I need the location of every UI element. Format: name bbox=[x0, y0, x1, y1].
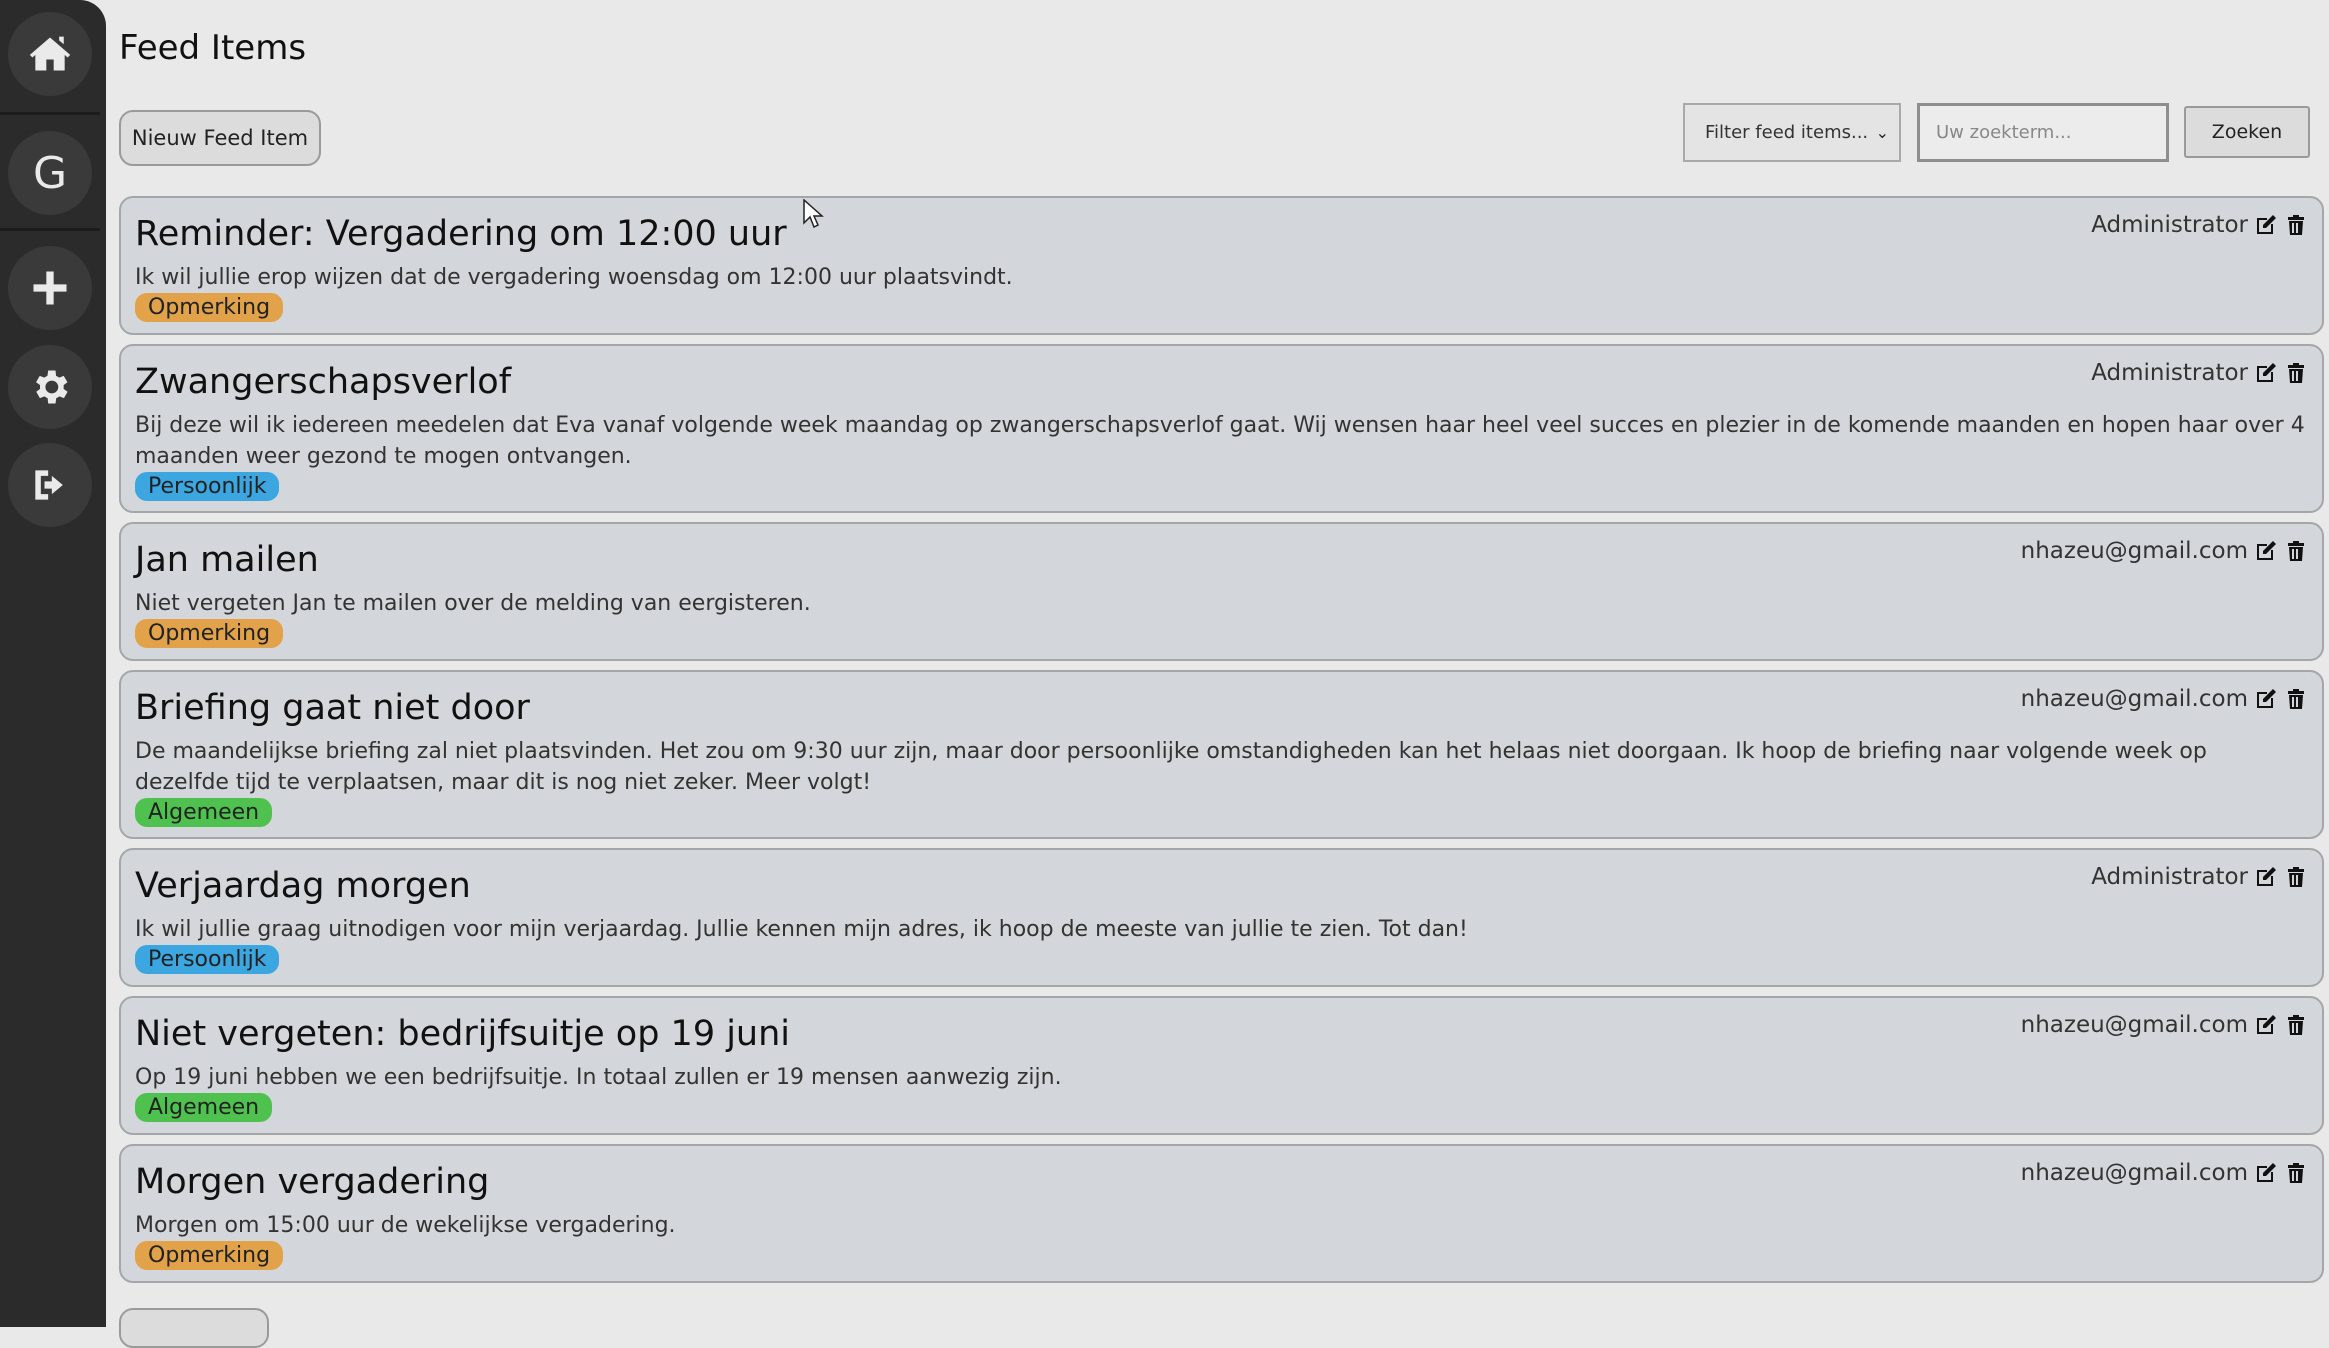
feed-item: Jan mailen Niet vergeten Jan te mailen o… bbox=[119, 522, 2324, 661]
feed-item-author: Administrator bbox=[2091, 212, 2248, 238]
edit-icon[interactable] bbox=[2254, 361, 2278, 385]
trash-icon[interactable] bbox=[2284, 865, 2308, 889]
trash-icon[interactable] bbox=[2284, 539, 2308, 563]
search-placeholder: Uw zoekterm... bbox=[1936, 122, 2072, 143]
feed-item-author: nhazeu@gmail.com bbox=[2020, 538, 2248, 564]
gear-icon bbox=[36, 370, 68, 404]
feed-item-author-row: nhazeu@gmail.com bbox=[2021, 1160, 2308, 1186]
mouse-cursor-icon bbox=[803, 199, 824, 229]
feed-item: Niet vergeten: bedrijfsuitje op 19 juni … bbox=[119, 996, 2324, 1135]
feed-item-tag: Opmerking bbox=[135, 619, 284, 648]
feed-item-author-row: nhazeu@gmail.com bbox=[2021, 538, 2308, 564]
edit-icon[interactable] bbox=[2254, 687, 2278, 711]
edit-icon[interactable] bbox=[2254, 1013, 2278, 1037]
feed-item-author-row: Administrator bbox=[2091, 212, 2308, 238]
trash-icon[interactable] bbox=[2284, 361, 2308, 385]
plus-icon bbox=[33, 271, 67, 305]
feed-item-tag: Algemeen bbox=[135, 1093, 273, 1122]
feed-item: Zwangerschapsverlof Bij deze wil ik iede… bbox=[119, 344, 2324, 513]
feed-item-tag: Opmerking bbox=[135, 293, 284, 322]
feed-item-tag: Algemeen bbox=[135, 798, 273, 827]
logout-icon bbox=[35, 470, 63, 500]
feed-item-body: Bij deze wil ik iedereen meedelen dat Ev… bbox=[135, 413, 2305, 469]
feed-item-title: Niet vergeten: bedrijfsuitje op 19 juni bbox=[135, 1014, 791, 1054]
sidebar-divider bbox=[0, 112, 100, 115]
feed-item-title: Briefing gaat niet door bbox=[135, 688, 530, 728]
sidebar: G bbox=[0, 0, 106, 1327]
search-input[interactable]: Uw zoekterm... bbox=[1917, 103, 2169, 162]
trash-icon[interactable] bbox=[2284, 213, 2308, 237]
feed-item-author-row: nhazeu@gmail.com bbox=[2021, 686, 2308, 712]
feed-item-title: Zwangerschapsverlof bbox=[135, 362, 512, 402]
feed-item-body: Ik wil jullie graag uitnodigen voor mijn… bbox=[135, 917, 1468, 942]
edit-icon[interactable] bbox=[2254, 539, 2278, 563]
pagination-button[interactable] bbox=[119, 1308, 269, 1348]
filter-select[interactable]: Filter feed items... ⌄ bbox=[1683, 103, 1901, 162]
trash-icon[interactable] bbox=[2284, 1013, 2308, 1037]
sidebar-item-logout[interactable] bbox=[8, 443, 92, 527]
feed-item-body: Op 19 juni hebben we een bedrijfsuitje. … bbox=[135, 1065, 1062, 1090]
sidebar-item-add[interactable] bbox=[8, 246, 92, 330]
feed-item-title: Jan mailen bbox=[135, 540, 319, 580]
sidebar-g-label: G bbox=[32, 147, 68, 199]
search-button[interactable]: Zoeken bbox=[2184, 106, 2310, 158]
feed-item: Verjaardag morgen Ik wil jullie graag ui… bbox=[119, 848, 2324, 987]
feed-item-author: nhazeu@gmail.com bbox=[2020, 1012, 2248, 1038]
chevron-down-icon: ⌄ bbox=[1875, 123, 1889, 142]
feed-item-author-row: Administrator bbox=[2091, 864, 2308, 890]
feed-item-tag: Persoonlijk bbox=[135, 945, 280, 974]
feed-item-author: nhazeu@gmail.com bbox=[2020, 686, 2248, 712]
filter-select-value: Filter feed items... bbox=[1705, 122, 1869, 143]
new-feed-item-button[interactable]: Nieuw Feed Item bbox=[119, 110, 321, 166]
feed-item: Briefing gaat niet door De maandelijkse … bbox=[119, 670, 2324, 839]
trash-icon[interactable] bbox=[2284, 1161, 2308, 1185]
home-icon bbox=[29, 36, 71, 71]
feed-item-body: Ik wil jullie erop wijzen dat de vergade… bbox=[135, 265, 1013, 290]
feed-item-title: Reminder: Vergadering om 12:00 uur bbox=[135, 214, 787, 254]
feed-item-body: Niet vergeten Jan te mailen over de meld… bbox=[135, 591, 811, 616]
feed-item-title: Morgen vergadering bbox=[135, 1162, 490, 1202]
sidebar-divider bbox=[0, 228, 100, 231]
sidebar-item-g[interactable]: G bbox=[8, 131, 92, 215]
feed-item-author: nhazeu@gmail.com bbox=[2020, 1160, 2248, 1186]
feed-item-author-row: nhazeu@gmail.com bbox=[2021, 1012, 2308, 1038]
page-title: Feed Items bbox=[119, 28, 307, 68]
sidebar-item-home[interactable] bbox=[8, 12, 92, 96]
feed-item: Morgen vergadering Morgen om 15:00 uur d… bbox=[119, 1144, 2324, 1283]
feed-item-author-row: Administrator bbox=[2091, 360, 2308, 386]
feed-item-body: De maandelijkse briefing zal niet plaats… bbox=[135, 739, 2207, 795]
feed-item-author: Administrator bbox=[2091, 360, 2248, 386]
edit-icon[interactable] bbox=[2254, 213, 2278, 237]
feed-item-tag: Persoonlijk bbox=[135, 472, 280, 501]
feed-item-body: Morgen om 15:00 uur de wekelijkse vergad… bbox=[135, 1213, 676, 1238]
sidebar-item-settings[interactable] bbox=[8, 345, 92, 429]
feed-item-title: Verjaardag morgen bbox=[135, 866, 471, 906]
edit-icon[interactable] bbox=[2254, 865, 2278, 889]
feed-item-author: Administrator bbox=[2091, 864, 2248, 890]
feed-item: Reminder: Vergadering om 12:00 uur Ik wi… bbox=[119, 196, 2324, 335]
trash-icon[interactable] bbox=[2284, 687, 2308, 711]
edit-icon[interactable] bbox=[2254, 1161, 2278, 1185]
feed-item-tag: Opmerking bbox=[135, 1241, 284, 1270]
